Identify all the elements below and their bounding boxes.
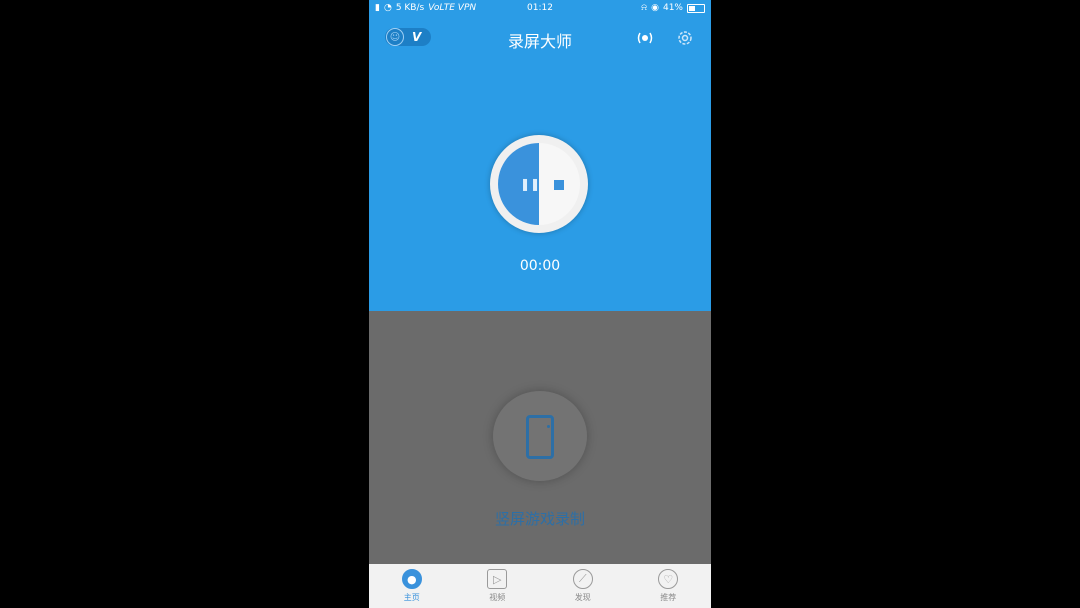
- feature-panel: 竖屏游戏录制: [369, 311, 711, 564]
- lock-rotation-icon: ◉: [651, 3, 659, 13]
- record-timer: 00:00: [519, 258, 561, 274]
- record-inner: ❚❚: [498, 143, 580, 225]
- status-bar: ▮ ◔ 5 KB/s VoLTE VPN 01:12 ⍾ ◉ 41%: [369, 0, 711, 18]
- tab-recommend[interactable]: ♡ 推荐: [638, 569, 698, 603]
- alarm-icon: ⍾: [641, 3, 648, 13]
- compass-icon: ⟋: [572, 569, 593, 589]
- bottom-tab-bar: ● 主页 ▷ 视频 ⟋ 发现 ♡ 推荐: [369, 564, 711, 608]
- battery-percent: 41%: [662, 3, 683, 13]
- tab-discover[interactable]: ⟋ 发现: [553, 569, 613, 603]
- battery-icon: [687, 3, 705, 13]
- home-icon: ●: [401, 569, 422, 589]
- feature-label[interactable]: 竖屏游戏录制: [369, 508, 711, 529]
- recorder-panel: ▮ ◔ 5 KB/s VoLTE VPN 01:12 ⍾ ◉ 41% ☺ V 录…: [369, 0, 711, 311]
- phone-screen: ▮ ◔ 5 KB/s VoLTE VPN 01:12 ⍾ ◉ 41% ☺ V 录…: [369, 0, 711, 608]
- heart-icon: ♡: [658, 569, 679, 589]
- video-icon: ▷: [487, 569, 508, 589]
- settings-icon[interactable]: [675, 28, 695, 48]
- stop-icon[interactable]: [554, 180, 564, 190]
- portrait-record-button[interactable]: [493, 391, 587, 481]
- pause-icon[interactable]: ❚❚: [520, 176, 540, 192]
- tab-label: 视频: [489, 593, 506, 602]
- tab-label: 发现: [574, 593, 591, 602]
- tab-home[interactable]: ● 主页: [382, 569, 442, 603]
- app-title: 录屏大师: [507, 32, 572, 51]
- tab-label: 主页: [403, 593, 420, 602]
- tab-video[interactable]: ▷ 视频: [467, 569, 527, 603]
- phone-icon: [526, 415, 554, 459]
- record-control: ❚❚: [490, 135, 588, 233]
- live-stream-icon[interactable]: [635, 28, 655, 48]
- tab-label: 推荐: [660, 593, 677, 602]
